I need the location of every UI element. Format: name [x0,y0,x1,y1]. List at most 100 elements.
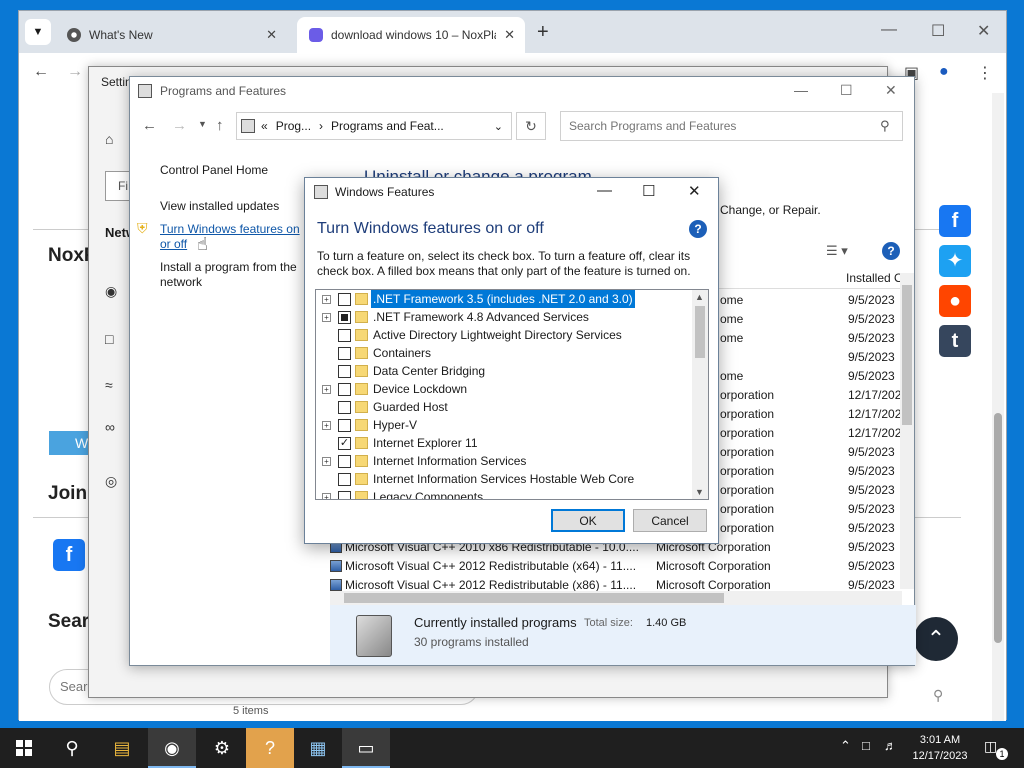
facebook-icon[interactable]: f [53,539,85,571]
feature-item[interactable]: Guarded Host [316,398,708,416]
profile-icon[interactable]: ● [939,63,949,81]
back-arrow-icon[interactable]: ← [33,63,49,81]
column-header-installed-on[interactable]: Installed O [846,271,903,285]
feature-item[interactable]: ✓ Internet Explorer 11 [316,434,708,452]
get-help-icon[interactable]: ? [246,728,294,768]
twitter-share-icon[interactable]: ✦ [939,245,971,277]
feature-checkbox[interactable] [338,365,351,378]
install-from-network-link[interactable]: Install a program from the network [160,260,310,290]
close-icon[interactable]: ✕ [977,21,990,41]
turn-windows-features-link[interactable]: Turn Windows features on or off [160,222,308,252]
expand-icon[interactable]: + [322,313,331,322]
close-icon[interactable]: ✕ [504,27,515,43]
feature-checkbox[interactable] [338,455,351,468]
new-tab-button[interactable]: + [537,21,549,44]
tab-noxplayer[interactable]: download windows 10 – NoxPlayer ✕ [297,17,525,53]
scrollbar-thumb[interactable] [695,306,705,358]
tab-whats-new[interactable]: What's New ✕ [55,17,287,53]
chevron-down-icon[interactable]: ▼ [695,487,704,497]
page-scrollbar[interactable] [992,93,1004,721]
programs-vertical-scrollbar[interactable] [900,273,914,589]
breadcrumb-overflow[interactable]: « [261,119,268,133]
feature-checkbox[interactable] [338,473,351,486]
close-icon[interactable]: ✕ [885,82,897,99]
maximize-icon[interactable]: ☐ [642,182,655,200]
tab-search-dropdown[interactable]: ▼ [25,19,51,45]
start-button[interactable] [0,728,48,768]
feature-item[interactable]: Internet Information Services Hostable W… [316,470,708,488]
search-icon[interactable]: ⚲ [933,687,943,704]
control-panel-icon[interactable]: ▦ [294,728,342,768]
address-bar[interactable]: « Prog... › Programs and Feat... ⌄ [236,112,512,140]
programs-horizontal-scrollbar[interactable] [330,591,902,605]
scrollbar-thumb[interactable] [902,285,912,425]
facebook-share-icon[interactable]: f [939,205,971,237]
search-programs-input[interactable] [560,111,903,141]
maximize-icon[interactable]: ☐ [931,21,945,41]
wifi-icon[interactable]: ≈ [105,377,113,393]
expand-icon[interactable]: + [322,457,331,466]
feature-item[interactable]: + Internet Information Services [316,452,708,470]
expand-icon[interactable]: + [322,385,331,394]
feature-checkbox[interactable] [338,491,351,499]
feature-item[interactable]: Active Directory Lightweight Directory S… [316,326,708,344]
ok-button[interactable]: OK [551,509,625,532]
feature-scrollbar[interactable]: ▲ ▼ [692,290,708,499]
forward-arrow-icon[interactable]: → [67,63,83,81]
search-icon[interactable]: ⚲ [880,118,890,134]
help-icon[interactable]: ? [882,242,900,260]
scroll-to-top-button[interactable]: ⌃ [914,617,958,661]
chevron-down-icon[interactable]: ▼ [198,119,207,129]
scrollbar-thumb[interactable] [994,413,1002,643]
home-icon[interactable]: ⌂ [105,131,113,147]
monitor-icon[interactable]: □ [105,331,113,347]
refresh-button[interactable]: ↻ [516,112,546,140]
feature-checkbox[interactable] [338,383,351,396]
programs-features-icon[interactable]: ▭ [342,728,390,768]
feature-checkbox[interactable] [338,347,351,360]
feature-checkbox[interactable] [338,293,351,306]
expand-icon[interactable]: + [322,493,331,499]
globe-icon[interactable]: ◎ [105,473,117,490]
view-options-icon[interactable]: ☰ ▾ [826,243,848,259]
control-panel-home-link[interactable]: Control Panel Home [160,163,268,178]
feature-checkbox[interactable] [338,329,351,342]
up-arrow-icon[interactable]: ↑ [216,117,224,134]
feature-checkbox[interactable] [338,419,351,432]
volume-muted-icon[interactable]: ♬ [884,738,897,753]
chevron-down-icon[interactable]: ⌄ [494,120,503,133]
file-explorer-icon[interactable]: ▤ [98,728,146,768]
tumblr-share-icon[interactable]: t [939,325,971,357]
feature-item[interactable]: + .NET Framework 4.8 Advanced Services [316,308,708,326]
feature-checkbox[interactable] [338,401,351,414]
reddit-share-icon[interactable]: ● [939,285,971,317]
breadcrumb-item[interactable]: Programs and Feat... [331,119,444,133]
maximize-icon[interactable]: ☐ [840,82,853,99]
minimize-icon[interactable]: — [794,82,808,98]
globe-icon[interactable]: ◉ [105,283,117,300]
feature-item[interactable]: + .NET Framework 3.5 (includes .NET 2.0 a… [316,290,708,308]
search-icon[interactable]: ⚲ [48,728,96,768]
menu-icon[interactable]: ⋮ [977,63,993,83]
chevron-up-icon[interactable]: ⌃ [840,738,851,754]
cancel-button[interactable]: Cancel [633,509,707,532]
feature-item[interactable]: Containers [316,344,708,362]
feature-checkbox[interactable]: ✓ [338,437,351,450]
feature-checkbox[interactable] [338,311,351,324]
feature-item[interactable]: Data Center Bridging [316,362,708,380]
window-titlebar[interactable]: Programs and Features — ☐ ✕ [130,77,914,105]
feature-item[interactable]: + Device Lockdown [316,380,708,398]
back-arrow-icon[interactable]: ← [142,117,157,134]
help-icon[interactable]: ? [689,220,707,238]
network-icon[interactable]: ∞ [105,419,115,435]
chrome-icon[interactable]: ◉ [148,728,196,768]
scrollbar-thumb[interactable] [344,593,724,603]
table-row[interactable]: Microsoft Visual C++ 2012 Redistributabl… [330,557,902,576]
forward-arrow-icon[interactable]: → [172,117,187,134]
close-icon[interactable]: ✕ [266,27,277,43]
expand-icon[interactable]: + [322,421,331,430]
network-icon[interactable]: □ [862,738,870,753]
breadcrumb-item[interactable]: Prog... [276,119,311,133]
feature-item[interactable]: + Hyper-V [316,416,708,434]
minimize-icon[interactable]: — [597,182,612,199]
